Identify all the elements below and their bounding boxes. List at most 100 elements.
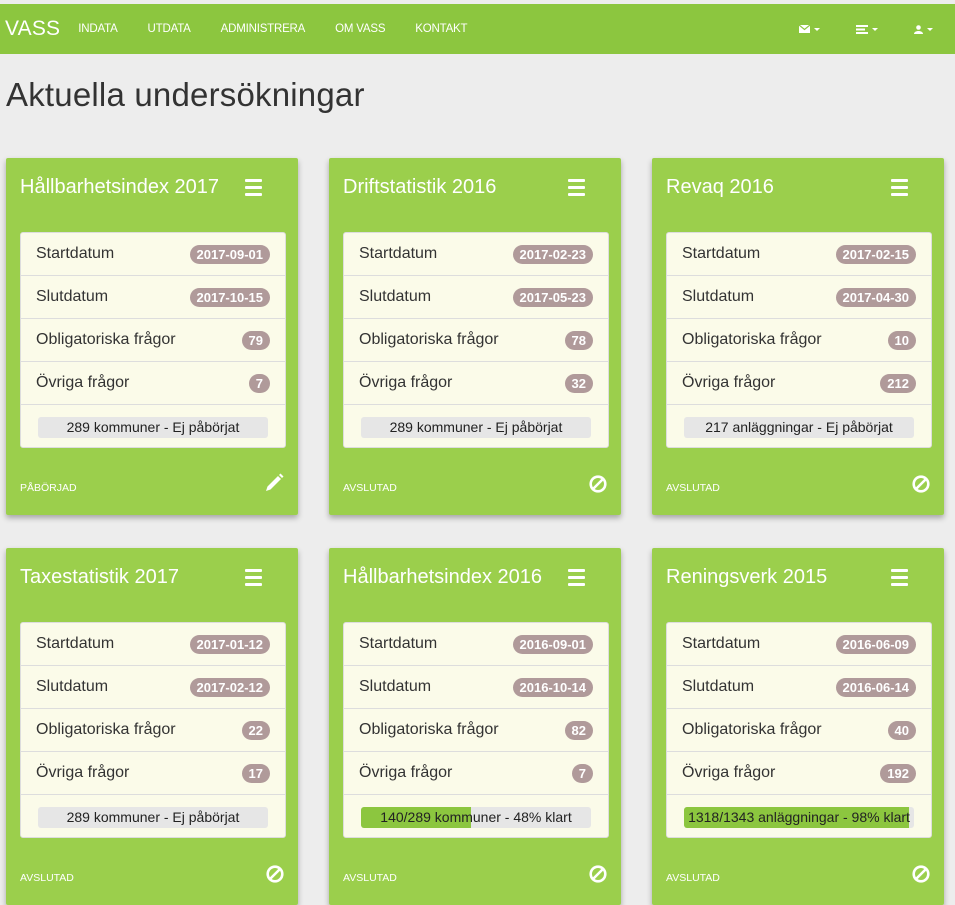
mandatory-questions-badge: 82 bbox=[564, 720, 593, 740]
start-date-row: Startdatum 2017-02-15 bbox=[667, 233, 931, 276]
start-date-badge: 2017-01-12 bbox=[189, 634, 270, 654]
caret-down-icon bbox=[872, 27, 878, 31]
status-label: AVSLUTAD bbox=[666, 482, 720, 494]
menu-icon[interactable] bbox=[568, 179, 585, 200]
start-date-badge: 2016-06-09 bbox=[835, 634, 916, 654]
nav-administrera[interactable]: ADMINISTRERA bbox=[221, 23, 306, 35]
progress-row: 289 kommuner - Ej påbörjat bbox=[344, 405, 608, 447]
start-date-row: Startdatum 2017-02-23 bbox=[344, 233, 608, 276]
progress-bar: 140/289 kommuner - 48% klart bbox=[361, 806, 591, 828]
ban-icon[interactable] bbox=[912, 475, 930, 498]
mandatory-questions-label: Obligatoriska frågor bbox=[359, 721, 499, 738]
survey-info-panel: Startdatum 2017-02-23 Slutdatum 2017-05-… bbox=[343, 232, 609, 448]
envelope-icon bbox=[799, 25, 810, 33]
mandatory-questions-label: Obligatoriska frågor bbox=[682, 331, 822, 348]
card-title: Hållbarhetsindex 2016 bbox=[343, 566, 543, 588]
survey-info-panel: Startdatum 2017-09-01 Slutdatum 2017-10-… bbox=[20, 232, 286, 448]
mandatory-questions-row: Obligatoriska frågor 22 bbox=[21, 709, 285, 752]
nav-utdata[interactable]: UTDATA bbox=[148, 23, 191, 35]
list-dropdown[interactable] bbox=[856, 24, 878, 34]
other-questions-badge: 7 bbox=[248, 373, 270, 393]
menu-icon[interactable] bbox=[245, 179, 262, 200]
nav-indata[interactable]: INDATA bbox=[78, 23, 117, 35]
start-date-badge: 2017-09-01 bbox=[189, 244, 270, 264]
start-date-badge: 2016-09-01 bbox=[512, 634, 593, 654]
survey-card: Hållbarhetsindex 2017 Startdatum 2017-09… bbox=[6, 158, 298, 515]
other-questions-label: Övriga frågor bbox=[682, 374, 776, 391]
end-date-row: Slutdatum 2017-02-12 bbox=[21, 666, 285, 709]
start-date-label: Startdatum bbox=[359, 635, 438, 652]
mandatory-questions-row: Obligatoriska frågor 82 bbox=[344, 709, 608, 752]
progress-row: 140/289 kommuner - 48% klart bbox=[344, 795, 608, 837]
pencil-icon[interactable] bbox=[264, 473, 284, 498]
other-questions-label: Övriga frågor bbox=[359, 374, 453, 391]
card-title: Driftstatistik 2016 bbox=[343, 176, 497, 198]
mandatory-questions-row: Obligatoriska frågor 40 bbox=[667, 709, 931, 752]
ban-icon[interactable] bbox=[912, 865, 930, 888]
progress-text: 1318/1343 anläggningar - 98% klart bbox=[688, 809, 910, 825]
card-title: Revaq 2016 bbox=[666, 176, 774, 198]
nav-kontakt[interactable]: KONTAKT bbox=[415, 23, 467, 35]
card-title: Reningsverk 2015 bbox=[666, 566, 828, 588]
start-date-row: Startdatum 2017-01-12 bbox=[21, 623, 285, 666]
end-date-row: Slutdatum 2017-04-30 bbox=[667, 276, 931, 319]
start-date-row: Startdatum 2017-09-01 bbox=[21, 233, 285, 276]
start-date-badge: 2017-02-15 bbox=[835, 244, 916, 264]
other-questions-row: Övriga frågor 32 bbox=[344, 362, 608, 405]
caret-down-icon bbox=[927, 27, 933, 31]
menu-icon[interactable] bbox=[245, 569, 262, 590]
progress-text: 140/289 kommuner - 48% klart bbox=[380, 809, 572, 825]
start-date-label: Startdatum bbox=[682, 245, 761, 262]
other-questions-row: Övriga frågor 192 bbox=[667, 752, 931, 795]
end-date-label: Slutdatum bbox=[36, 678, 109, 695]
other-questions-badge: 32 bbox=[564, 373, 593, 393]
progress-text: 217 anläggningar - Ej påbörjat bbox=[705, 419, 893, 435]
mandatory-questions-badge: 10 bbox=[887, 330, 916, 350]
end-date-badge: 2016-06-14 bbox=[835, 677, 916, 697]
menu-icon[interactable] bbox=[891, 569, 908, 590]
survey-info-panel: Startdatum 2016-09-01 Slutdatum 2016-10-… bbox=[343, 622, 609, 838]
ban-icon[interactable] bbox=[589, 865, 607, 888]
ban-icon[interactable] bbox=[589, 475, 607, 498]
survey-card: Revaq 2016 Startdatum 2017-02-15 Slutdat… bbox=[652, 158, 944, 515]
list-icon bbox=[856, 24, 868, 34]
ban-icon[interactable] bbox=[266, 865, 284, 888]
other-questions-row: Övriga frågor 212 bbox=[667, 362, 931, 405]
survey-card: Reningsverk 2015 Startdatum 2016-06-09 S… bbox=[652, 548, 944, 905]
survey-card: Hållbarhetsindex 2016 Startdatum 2016-09… bbox=[329, 548, 621, 905]
other-questions-label: Övriga frågor bbox=[36, 374, 130, 391]
mandatory-questions-label: Obligatoriska frågor bbox=[36, 721, 176, 738]
mandatory-questions-badge: 78 bbox=[564, 330, 593, 350]
end-date-label: Slutdatum bbox=[359, 288, 432, 305]
end-date-badge: 2017-05-23 bbox=[512, 287, 593, 307]
progress-text: 289 kommuner - Ej påbörjat bbox=[66, 809, 240, 825]
menu-icon[interactable] bbox=[568, 569, 585, 590]
mandatory-questions-badge: 79 bbox=[241, 330, 270, 350]
end-date-row: Slutdatum 2017-10-15 bbox=[21, 276, 285, 319]
end-date-row: Slutdatum 2017-05-23 bbox=[344, 276, 608, 319]
navbar: VASS INDATA UTDATA ADMINISTRERA OM VASS … bbox=[0, 4, 955, 54]
status-label: PÅBÖRJAD bbox=[20, 482, 77, 494]
caret-down-icon bbox=[814, 27, 820, 31]
progress-bar: 289 kommuner - Ej påbörjat bbox=[38, 416, 268, 438]
start-date-row: Startdatum 2016-06-09 bbox=[667, 623, 931, 666]
menu-icon[interactable] bbox=[891, 179, 908, 200]
end-date-badge: 2017-04-30 bbox=[835, 287, 916, 307]
other-questions-badge: 17 bbox=[241, 763, 270, 783]
end-date-row: Slutdatum 2016-10-14 bbox=[344, 666, 608, 709]
mandatory-questions-label: Obligatoriska frågor bbox=[359, 331, 499, 348]
mandatory-questions-row: Obligatoriska frågor 79 bbox=[21, 319, 285, 362]
card-title: Taxestatistik 2017 bbox=[20, 566, 179, 588]
mandatory-questions-label: Obligatoriska frågor bbox=[36, 331, 176, 348]
end-date-badge: 2017-02-12 bbox=[189, 677, 270, 697]
user-dropdown[interactable] bbox=[914, 24, 933, 34]
page-title: Aktuella undersökningar bbox=[6, 76, 365, 113]
brand-logo[interactable]: VASS bbox=[5, 17, 60, 41]
other-questions-row: Övriga frågor 7 bbox=[21, 362, 285, 405]
messages-dropdown[interactable] bbox=[799, 25, 820, 33]
end-date-label: Slutdatum bbox=[682, 678, 755, 695]
start-date-label: Startdatum bbox=[359, 245, 438, 262]
other-questions-row: Övriga frågor 7 bbox=[344, 752, 608, 795]
start-date-row: Startdatum 2016-09-01 bbox=[344, 623, 608, 666]
nav-om-vass[interactable]: OM VASS bbox=[335, 23, 385, 35]
